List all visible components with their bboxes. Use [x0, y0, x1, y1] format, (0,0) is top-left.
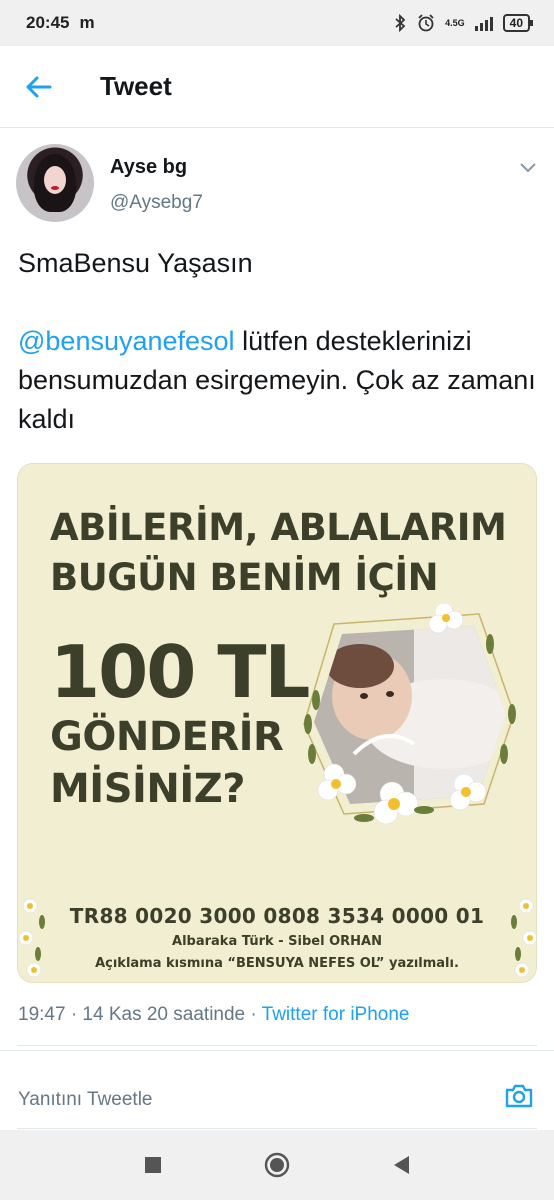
author-handle[interactable]: @Aysebg7 [110, 192, 203, 214]
image-text-line1: ABİLERİM, ABLALARIM [50, 506, 507, 549]
baby-photo [294, 602, 524, 834]
battery-level: 40 [509, 16, 523, 30]
page-title: Tweet [100, 71, 172, 101]
tweet-meta: 19:47 · 14 Kas 20 saatinde · Twitter for… [18, 1004, 410, 1026]
reply-input[interactable]: Yanıtını Tweetle [18, 1089, 153, 1111]
divider [17, 1045, 537, 1046]
reply-bar: Yanıtını Tweetle [0, 1050, 554, 1130]
image-text-line4: MİSİNİZ? [50, 766, 245, 812]
image-iban: TR88 0020 3000 0808 3534 0000 01 [69, 904, 485, 928]
system-nav-bar [0, 1130, 554, 1200]
status-bar: 20:45 m 4.5G 40 [0, 0, 554, 46]
avatar[interactable] [16, 144, 94, 222]
recent-apps-icon[interactable] [143, 1155, 163, 1175]
back-button[interactable] [0, 46, 100, 128]
bluetooth-icon [395, 14, 406, 32]
signal-icon [474, 15, 493, 31]
tweet-body: @bensuyanefesol lütfen desteklerinizi be… [18, 322, 538, 439]
divider [17, 1128, 537, 1129]
mention-link[interactable]: @bensuyanefesol [18, 326, 235, 356]
alarm-icon [418, 14, 434, 32]
network-type: 4.5G [445, 18, 465, 28]
tweet-line: SmaBensu Yaşasın [18, 248, 253, 278]
image-bank: Albaraka Türk - Sibel ORHAN [172, 934, 382, 949]
carrier-mark: m [79, 13, 95, 32]
status-time: 20:45 [26, 13, 70, 32]
image-amount: 100 TL [50, 630, 310, 714]
image-note: Açıklama kısmına “BENSUYA NEFES OL” yazı… [95, 956, 459, 971]
camera-icon [505, 1084, 533, 1108]
tweet-menu-button[interactable] [518, 160, 538, 179]
image-text-line2: BUGÜN BENİM İÇİN [50, 556, 439, 599]
camera-button[interactable] [504, 1083, 534, 1114]
image-text-line3: GÖNDERİR [50, 714, 284, 760]
app-header: Tweet [0, 46, 554, 128]
chevron-down-icon [520, 163, 536, 173]
tweet-image[interactable]: ABİLERİM, ABLALARIM BUGÜN BENİM İÇİN 100… [17, 463, 537, 983]
back-icon[interactable] [391, 1154, 411, 1176]
tweet-text: SmaBensu Yaşasın @bensuyanefesol lütfen … [18, 244, 538, 439]
tweet-timestamp: 19:47 · 14 Kas 20 saatinde · [18, 1004, 262, 1025]
source-app-link[interactable]: Twitter for iPhone [262, 1004, 410, 1025]
arrow-left-icon [26, 76, 52, 97]
home-icon[interactable] [263, 1151, 291, 1179]
battery-icon: 40 [502, 14, 534, 32]
author-name[interactable]: Ayse bg [110, 156, 187, 179]
